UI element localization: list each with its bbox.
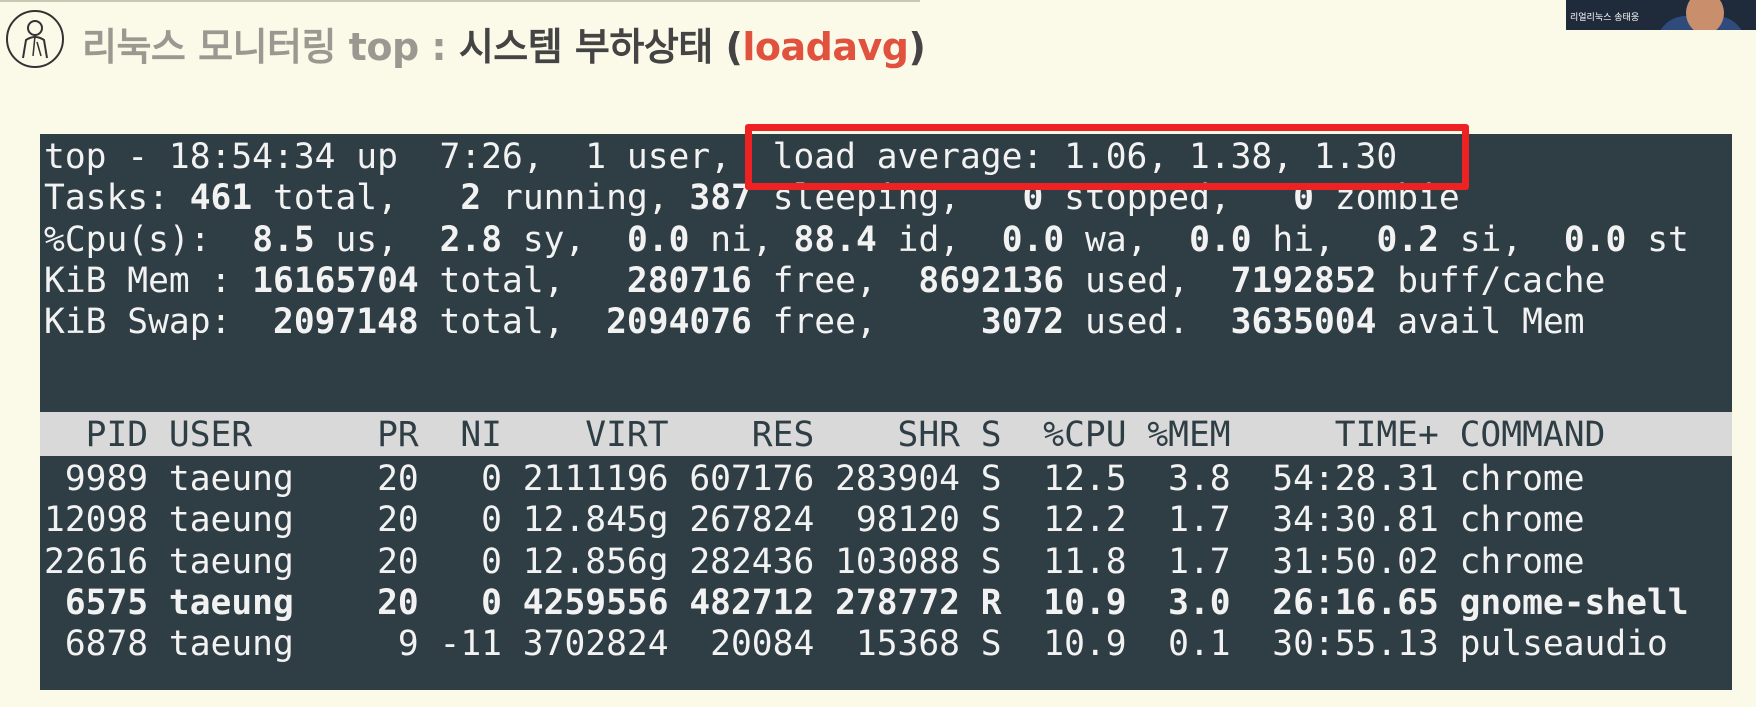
summary-segment: 16165704	[252, 260, 419, 301]
summary-segment: hi,	[1251, 219, 1377, 260]
summary-segment: avail Mem	[1376, 302, 1585, 343]
process-header: PID USER PR NI VIRT RES SHR S %CPU %MEM …	[44, 415, 1606, 455]
summary-segment: buff/cache	[1376, 260, 1606, 301]
summary-swap-line: KiB Swap: 2097148 total, 2094076 free, 3…	[44, 299, 1585, 345]
webcam-overlay: 리얼리눅스 송태웅	[1566, 0, 1756, 30]
webcam-person-face	[1686, 0, 1724, 30]
summary-segment: ni,	[689, 219, 794, 260]
title-topic: 시스템 부하상태 (	[458, 25, 743, 69]
summary-segment: 8692136	[918, 260, 1065, 301]
process-row: 22616 taeung 20 0 12.856g 282436 103088 …	[44, 541, 1585, 582]
webcam-name: 리얼리눅스 송태웅	[1570, 13, 1640, 23]
summary-segment: total,	[252, 178, 461, 219]
summary-cpu-line: %Cpu(s): 8.5 us, 2.8 sy, 0.0 ni, 88.4 id…	[44, 217, 1689, 263]
process-row: 6878 taeung 9 -11 3702824 20084 15368 S …	[44, 624, 1668, 665]
summary-segment: %Cpu(s):	[44, 219, 253, 260]
title-keyword: loadavg	[742, 25, 909, 69]
summary-segment: 280716	[626, 260, 752, 301]
summary-segment: KiB Mem :	[44, 260, 253, 301]
summary-segment: 0.0	[1001, 219, 1065, 260]
summary-segment: us,	[314, 219, 440, 260]
summary-segment: 3072	[980, 302, 1065, 343]
summary-segment: 3635004	[1230, 302, 1377, 343]
summary-segment: total,	[418, 260, 627, 301]
summary-segment: Tasks:	[44, 178, 190, 219]
summary-segment: used,	[1064, 260, 1231, 301]
summary-segment: 2	[460, 178, 482, 219]
summary-segment: 0.2	[1376, 219, 1439, 260]
summary-segment: running,	[481, 178, 690, 219]
summary-segment: id,	[876, 219, 1002, 260]
summary-segment: wa,	[1064, 219, 1190, 260]
summary-segment: 0.0	[1189, 219, 1252, 260]
summary-segment: 8.5	[252, 219, 315, 260]
summary-segment: 0.0	[626, 219, 690, 260]
summary-segment: 0.0	[1563, 219, 1627, 260]
presenter-logo-icon	[6, 10, 64, 68]
summary-segment: 461	[189, 178, 253, 219]
process-row: 6575 taeung 20 0 4259556 482712 278772 R…	[44, 582, 1689, 623]
top-divider	[0, 0, 920, 2]
summary-segment: used.	[1064, 302, 1231, 343]
title-close-paren: )	[908, 25, 926, 69]
summary-segment: 7192852	[1230, 260, 1377, 301]
summary-segment: 2.8	[439, 219, 503, 260]
summary-segment: sy,	[502, 219, 627, 260]
summary-segment: si,	[1438, 219, 1564, 260]
process-row: 9989 taeung 20 0 2111196 607176 283904 S…	[44, 459, 1585, 499]
summary-segment: free,	[751, 302, 981, 343]
summary-segment: st	[1626, 219, 1689, 260]
slide-title: 리눅스 모니터링 top : 시스템 부하상태 (loadavg)	[82, 16, 926, 71]
summary-segment: free,	[751, 260, 919, 301]
title-section: 리눅스 모니터링 top :	[82, 25, 459, 69]
summary-segment: 2094076	[606, 302, 752, 343]
process-row: 12098 taeung 20 0 12.845g 267824 98120 S…	[44, 500, 1585, 541]
load-average-highlight-box	[745, 124, 1469, 190]
summary-segment: total,	[418, 302, 607, 343]
summary-segment: 387	[689, 178, 752, 219]
summary-mem-line: KiB Mem : 16165704 total, 280716 free, 8…	[44, 258, 1605, 304]
summary-segment: KiB Swap:	[44, 302, 273, 343]
summary-segment: 88.4	[793, 219, 877, 260]
summary-segment: 2097148	[273, 302, 419, 343]
terminal-top-output: top - 18:54:34 up 7:26, 1 user, load ave…	[40, 134, 1732, 690]
